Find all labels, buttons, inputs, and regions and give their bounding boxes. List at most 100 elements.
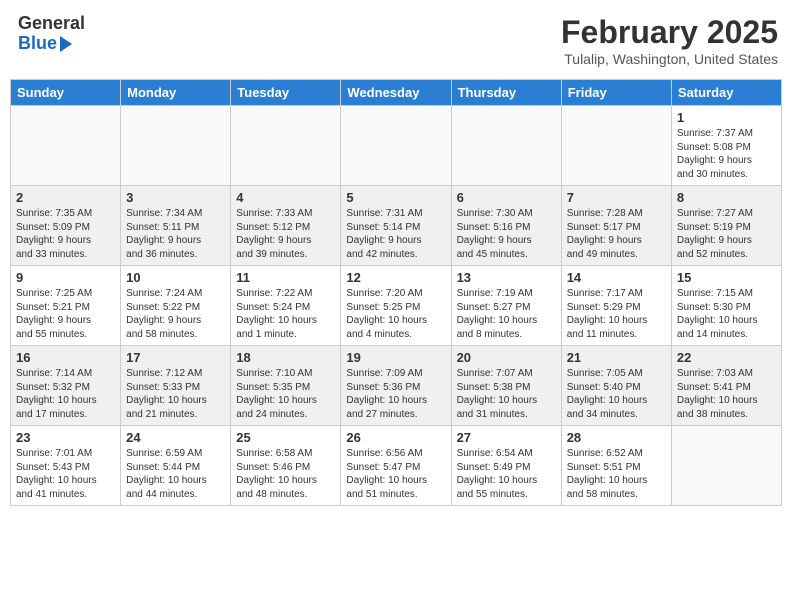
day-info: Sunrise: 7:24 AM Sunset: 5:22 PM Dayligh…: [126, 287, 225, 341]
day-number: 3: [126, 190, 225, 205]
calendar-day-cell: 20 Sunrise: 7:07 AM Sunset: 5:38 PM Dayli…: [451, 346, 561, 426]
day-number: 25: [236, 430, 335, 445]
day-number: 4: [236, 190, 335, 205]
calendar-day-cell: 13 Sunrise: 7:19 AM Sunset: 5:27 PM Dayli…: [451, 266, 561, 346]
day-info: Sunrise: 7:30 AM Sunset: 5:16 PM Dayligh…: [457, 207, 556, 261]
day-number: 13: [457, 270, 556, 285]
calendar-day-cell: 27 Sunrise: 6:54 AM Sunset: 5:49 PM Dayli…: [451, 426, 561, 506]
day-info: Sunrise: 7:09 AM Sunset: 5:36 PM Dayligh…: [346, 367, 445, 421]
day-number: 7: [567, 190, 666, 205]
calendar-day-cell: [11, 106, 121, 186]
day-number: 19: [346, 350, 445, 365]
logo: General Blue: [18, 14, 85, 54]
calendar-day-cell: 15 Sunrise: 7:15 AM Sunset: 5:30 PM Dayli…: [671, 266, 781, 346]
calendar-header-thursday: Thursday: [451, 80, 561, 106]
calendar-day-cell: 19 Sunrise: 7:09 AM Sunset: 5:36 PM Dayli…: [341, 346, 451, 426]
calendar-day-cell: 6 Sunrise: 7:30 AM Sunset: 5:16 PM Daylig…: [451, 186, 561, 266]
calendar-day-cell: [231, 106, 341, 186]
day-info: Sunrise: 7:14 AM Sunset: 5:32 PM Dayligh…: [16, 367, 115, 421]
logo-arrow-icon: [60, 36, 72, 52]
calendar-day-cell: 12Sunrise: 7:20 AM Sunset: 5:25 PM Dayli…: [341, 266, 451, 346]
calendar-week-row: 23 Sunrise: 7:01 AM Sunset: 5:43 PM Dayli…: [11, 426, 782, 506]
day-info: Sunrise: 7:17 AM Sunset: 5:29 PM Dayligh…: [567, 287, 666, 341]
day-info: Sunrise: 7:33 AM Sunset: 5:12 PM Dayligh…: [236, 207, 335, 261]
day-number: 26: [346, 430, 445, 445]
day-number: 21: [567, 350, 666, 365]
calendar-header-monday: Monday: [121, 80, 231, 106]
day-info: Sunrise: 6:56 AM Sunset: 5:47 PM Dayligh…: [346, 447, 445, 501]
location-title: Tulalip, Washington, United States: [561, 51, 778, 67]
day-number: 8: [677, 190, 776, 205]
day-number: 5: [346, 190, 445, 205]
calendar-day-cell: [561, 106, 671, 186]
calendar-week-row: 16 Sunrise: 7:14 AM Sunset: 5:32 PM Dayli…: [11, 346, 782, 426]
calendar-week-row: 9 Sunrise: 7:25 AM Sunset: 5:21 PM Daylig…: [11, 266, 782, 346]
logo-line2: Blue: [18, 34, 57, 54]
calendar-day-cell: [451, 106, 561, 186]
day-info: Sunrise: 7:22 AM Sunset: 5:24 PM Dayligh…: [236, 287, 335, 341]
calendar-day-cell: 11 Sunrise: 7:22 AM Sunset: 5:24 PM Dayli…: [231, 266, 341, 346]
calendar-day-cell: 9 Sunrise: 7:25 AM Sunset: 5:21 PM Daylig…: [11, 266, 121, 346]
day-number: 28: [567, 430, 666, 445]
day-info: Sunrise: 7:25 AM Sunset: 5:21 PM Dayligh…: [16, 287, 115, 341]
calendar-day-cell: 4 Sunrise: 7:33 AM Sunset: 5:12 PM Daylig…: [231, 186, 341, 266]
day-number: 27: [457, 430, 556, 445]
calendar-header-saturday: Saturday: [671, 80, 781, 106]
day-number: 23: [16, 430, 115, 445]
day-info: Sunrise: 7:37 AM Sunset: 5:08 PM Dayligh…: [677, 127, 776, 181]
day-info: Sunrise: 7:28 AM Sunset: 5:17 PM Dayligh…: [567, 207, 666, 261]
day-info: Sunrise: 7:07 AM Sunset: 5:38 PM Dayligh…: [457, 367, 556, 421]
day-info: Sunrise: 7:10 AM Sunset: 5:35 PM Dayligh…: [236, 367, 335, 421]
day-info: Sunrise: 7:15 AM Sunset: 5:30 PM Dayligh…: [677, 287, 776, 341]
calendar-header-tuesday: Tuesday: [231, 80, 341, 106]
day-number: 15: [677, 270, 776, 285]
day-number: 12: [346, 270, 445, 285]
day-info: Sunrise: 7:34 AM Sunset: 5:11 PM Dayligh…: [126, 207, 225, 261]
calendar-header-friday: Friday: [561, 80, 671, 106]
day-info: Sunrise: 7:01 AM Sunset: 5:43 PM Dayligh…: [16, 447, 115, 501]
day-info: Sunrise: 6:59 AM Sunset: 5:44 PM Dayligh…: [126, 447, 225, 501]
day-number: 20: [457, 350, 556, 365]
calendar-day-cell: [671, 426, 781, 506]
day-number: 24: [126, 430, 225, 445]
calendar-day-cell: [341, 106, 451, 186]
calendar-day-cell: 1Sunrise: 7:37 AM Sunset: 5:08 PM Daylig…: [671, 106, 781, 186]
header: General Blue February 2025 Tulalip, Wash…: [10, 10, 782, 71]
calendar-day-cell: 26 Sunrise: 6:56 AM Sunset: 5:47 PM Dayli…: [341, 426, 451, 506]
calendar-header-wednesday: Wednesday: [341, 80, 451, 106]
day-info: Sunrise: 6:52 AM Sunset: 5:51 PM Dayligh…: [567, 447, 666, 501]
day-number: 6: [457, 190, 556, 205]
day-number: 14: [567, 270, 666, 285]
calendar-day-cell: 24 Sunrise: 6:59 AM Sunset: 5:44 PM Dayli…: [121, 426, 231, 506]
calendar-day-cell: 8Sunrise: 7:27 AM Sunset: 5:19 PM Daylig…: [671, 186, 781, 266]
day-number: 2: [16, 190, 115, 205]
calendar-day-cell: 22 Sunrise: 7:03 AM Sunset: 5:41 PM Dayli…: [671, 346, 781, 426]
calendar-day-cell: 23 Sunrise: 7:01 AM Sunset: 5:43 PM Dayli…: [11, 426, 121, 506]
day-info: Sunrise: 7:12 AM Sunset: 5:33 PM Dayligh…: [126, 367, 225, 421]
calendar-day-cell: 21 Sunrise: 7:05 AM Sunset: 5:40 PM Dayli…: [561, 346, 671, 426]
day-info: Sunrise: 7:03 AM Sunset: 5:41 PM Dayligh…: [677, 367, 776, 421]
day-number: 22: [677, 350, 776, 365]
calendar-day-cell: 16 Sunrise: 7:14 AM Sunset: 5:32 PM Dayli…: [11, 346, 121, 426]
day-number: 11: [236, 270, 335, 285]
calendar-header-row: SundayMondayTuesdayWednesdayThursdayFrid…: [11, 80, 782, 106]
day-info: Sunrise: 7:31 AM Sunset: 5:14 PM Dayligh…: [346, 207, 445, 261]
calendar-day-cell: 25 Sunrise: 6:58 AM Sunset: 5:46 PM Dayli…: [231, 426, 341, 506]
day-info: Sunrise: 6:54 AM Sunset: 5:49 PM Dayligh…: [457, 447, 556, 501]
day-number: 10: [126, 270, 225, 285]
calendar-day-cell: 14 Sunrise: 7:17 AM Sunset: 5:29 PM Dayli…: [561, 266, 671, 346]
day-number: 16: [16, 350, 115, 365]
month-title: February 2025: [561, 14, 778, 51]
day-info: Sunrise: 7:05 AM Sunset: 5:40 PM Dayligh…: [567, 367, 666, 421]
calendar-day-cell: 7 Sunrise: 7:28 AM Sunset: 5:17 PM Daylig…: [561, 186, 671, 266]
day-info: Sunrise: 7:19 AM Sunset: 5:27 PM Dayligh…: [457, 287, 556, 341]
calendar: SundayMondayTuesdayWednesdayThursdayFrid…: [10, 79, 782, 506]
calendar-day-cell: 17 Sunrise: 7:12 AM Sunset: 5:33 PM Dayli…: [121, 346, 231, 426]
calendar-day-cell: 10 Sunrise: 7:24 AM Sunset: 5:22 PM Dayli…: [121, 266, 231, 346]
calendar-day-cell: 5 Sunrise: 7:31 AM Sunset: 5:14 PM Daylig…: [341, 186, 451, 266]
calendar-week-row: 1Sunrise: 7:37 AM Sunset: 5:08 PM Daylig…: [11, 106, 782, 186]
day-number: 17: [126, 350, 225, 365]
day-number: 9: [16, 270, 115, 285]
day-number: 18: [236, 350, 335, 365]
day-info: Sunrise: 6:58 AM Sunset: 5:46 PM Dayligh…: [236, 447, 335, 501]
